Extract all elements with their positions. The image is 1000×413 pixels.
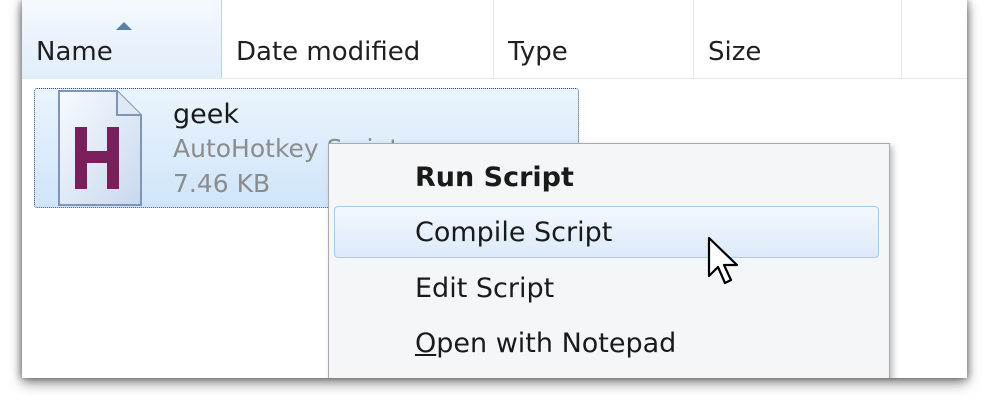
column-header-date-label: Date modified <box>236 37 421 67</box>
file-size: 7.46 KB <box>173 169 271 198</box>
stage: Name Date modified Type Size geek AutoHo… <box>0 0 1000 413</box>
sort-ascending-icon <box>116 22 132 30</box>
column-header-size[interactable]: Size <box>694 0 902 78</box>
menu-item-edit-script[interactable]: Edit Script <box>334 262 879 314</box>
menu-item-compile-script-label: Compile Script <box>415 217 613 248</box>
mouse-cursor-icon <box>707 236 739 285</box>
column-header-type[interactable]: Type <box>494 0 694 78</box>
menu-item-edit-script-label: Edit Script <box>415 273 555 304</box>
column-header-empty <box>902 0 967 78</box>
menu-item-compile-script[interactable]: Compile Script <box>334 206 879 258</box>
explorer-file-list: Name Date modified Type Size geek AutoHo… <box>22 0 967 378</box>
menu-item-run-script[interactable]: Run Script <box>334 151 879 203</box>
column-header-name-label: Name <box>36 37 113 67</box>
menu-item-open-with-notepad[interactable]: Open with Notepad <box>334 317 879 369</box>
file-name: geek <box>173 99 239 130</box>
context-menu: Run Script Compile Script Edit Script Op… <box>328 143 890 378</box>
menu-item-run-script-label: Run Script <box>415 162 574 193</box>
column-header-date-modified[interactable]: Date modified <box>222 0 494 78</box>
menu-item-open-with-notepad-label: pen with Notepad <box>436 328 677 359</box>
column-header-type-label: Type <box>508 37 568 67</box>
menu-item-open-accelerator: O <box>415 328 437 359</box>
autohotkey-file-icon <box>58 90 142 206</box>
column-header-size-label: Size <box>708 37 762 67</box>
column-header-bar: Name Date modified Type Size <box>22 0 967 79</box>
column-header-name[interactable]: Name <box>22 0 222 78</box>
